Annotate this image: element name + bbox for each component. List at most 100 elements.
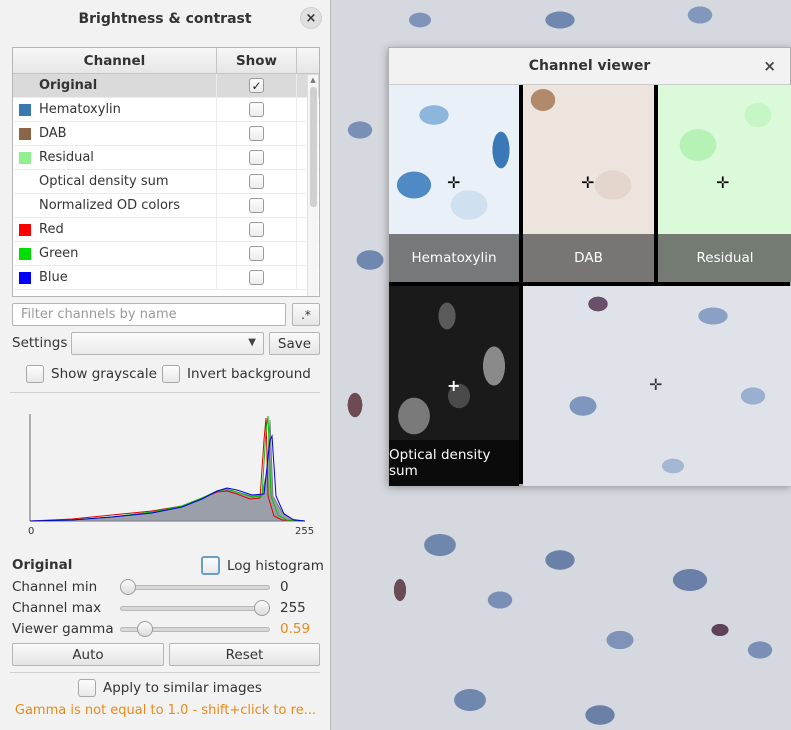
show-cell: [217, 98, 297, 121]
channel-name-cell[interactable]: Original: [13, 74, 217, 97]
scroll-thumb[interactable]: [310, 87, 317, 207]
checkbox-box[interactable]: [78, 679, 96, 697]
table-row[interactable]: DAB: [13, 122, 319, 146]
color-swatch: [19, 127, 31, 140]
show-grayscale-checkbox[interactable]: Show grayscale: [26, 365, 157, 383]
save-button[interactable]: Save: [269, 332, 320, 355]
channel-name: Hematoxylin: [39, 102, 121, 117]
show-checkbox[interactable]: [249, 150, 264, 165]
divider: [10, 392, 320, 393]
panel-title: Brightness & contrast: [78, 10, 252, 27]
table-row[interactable]: Normalized OD colors: [13, 194, 319, 218]
show-checkbox[interactable]: ✓: [249, 78, 264, 93]
channel-max-label: Channel max: [12, 600, 102, 616]
log-histogram-checkbox[interactable]: Log histogram: [201, 556, 324, 575]
show-cell: [217, 170, 297, 193]
color-swatch: [19, 247, 31, 260]
log-histogram-label: Log histogram: [227, 557, 324, 574]
color-swatch: [19, 176, 31, 188]
checkbox-box[interactable]: [201, 556, 220, 575]
channel-name-cell[interactable]: Blue: [13, 266, 217, 289]
crosshair-icon: ✛: [649, 375, 663, 394]
column-header-channel[interactable]: Channel: [13, 48, 217, 73]
histogram-x-max-label: 255: [295, 526, 314, 537]
viewer-gamma-slider[interactable]: [120, 621, 270, 637]
channel-name-cell[interactable]: Green: [13, 242, 217, 265]
channel-name: Normalized OD colors: [39, 198, 181, 213]
show-checkbox[interactable]: [249, 102, 264, 117]
channel-name-cell[interactable]: Optical density sum: [13, 170, 217, 193]
channel-name-cell[interactable]: DAB: [13, 122, 217, 145]
channel-name-cell[interactable]: Hematoxylin: [13, 98, 217, 121]
close-icon[interactable]: ×: [300, 7, 322, 29]
channel-name: Blue: [39, 270, 68, 285]
channel-min-slider[interactable]: [120, 579, 270, 595]
show-checkbox[interactable]: [249, 126, 264, 141]
show-checkbox[interactable]: [249, 222, 264, 237]
histogram-chart: 0 255: [28, 414, 314, 537]
tile-label: Residual: [658, 234, 791, 282]
show-cell: ✓: [217, 74, 297, 97]
channel-name-cell[interactable]: Residual: [13, 146, 217, 169]
color-swatch: [19, 271, 31, 284]
table-row[interactable]: Residual: [13, 146, 319, 170]
crosshair-icon: +: [447, 376, 461, 395]
scroll-up-icon[interactable]: ▲: [308, 75, 318, 85]
color-swatch: [19, 80, 31, 92]
gamma-warning-text[interactable]: Gamma is not equal to 1.0 - shift+click …: [0, 703, 331, 718]
dab-tile[interactable]: ✛ DAB: [523, 85, 654, 282]
divider: [10, 672, 320, 673]
auto-button[interactable]: Auto: [12, 643, 164, 666]
channel-max-value: 255: [280, 600, 306, 616]
tile-label: DAB: [523, 234, 654, 282]
settings-select[interactable]: ▼: [71, 332, 264, 355]
table-row[interactable]: Original ✓: [13, 74, 319, 98]
slider-knob[interactable]: [254, 600, 270, 616]
slider-knob[interactable]: [137, 621, 154, 637]
original-tile[interactable]: ✛: [523, 286, 791, 486]
hematoxylin-tile[interactable]: ✛ Hematoxylin: [389, 85, 519, 282]
show-cell: [217, 218, 297, 241]
optical-density-sum-tile[interactable]: + Optical density sum: [389, 286, 519, 486]
tile-label: Hematoxylin: [389, 234, 519, 282]
show-cell: [217, 146, 297, 169]
filter-channels-input[interactable]: Filter channels by name: [12, 303, 286, 326]
reset-button[interactable]: Reset: [169, 643, 320, 666]
checkbox-box[interactable]: [26, 365, 44, 383]
regex-toggle-button[interactable]: .*: [292, 303, 320, 326]
channel-min-value: 0: [280, 579, 289, 595]
show-checkbox[interactable]: [249, 198, 264, 213]
selected-channel-label: Original: [12, 557, 73, 573]
invert-background-checkbox[interactable]: Invert background: [162, 365, 311, 383]
show-checkbox[interactable]: [249, 270, 264, 285]
apply-similar-checkbox[interactable]: Apply to similar images: [78, 679, 262, 697]
table-row[interactable]: Red: [13, 218, 319, 242]
channel-name: DAB: [39, 126, 67, 141]
residual-tile[interactable]: ✛ Residual: [658, 85, 791, 282]
channel-viewer-window: Channel viewer × ✛ Hematoxylin ✛ DAB ✛ R…: [388, 47, 791, 486]
channel-name-cell[interactable]: Normalized OD colors: [13, 194, 217, 217]
channel-name: Green: [39, 246, 79, 261]
show-checkbox[interactable]: [249, 246, 264, 261]
slider-knob[interactable]: [120, 579, 136, 595]
close-icon[interactable]: ×: [763, 57, 776, 75]
column-header-show[interactable]: Show: [217, 48, 297, 73]
table-row[interactable]: Optical density sum: [13, 170, 319, 194]
crosshair-icon: ✛: [447, 173, 461, 192]
table-row[interactable]: Hematoxylin: [13, 98, 319, 122]
channel-name-cell[interactable]: Red: [13, 218, 217, 241]
checkbox-box[interactable]: [162, 365, 180, 383]
channel-name: Optical density sum: [39, 174, 169, 189]
table-row[interactable]: Green: [13, 242, 319, 266]
channel-table: Channel Show Original ✓ Hematoxylin DAB Resi…: [12, 47, 320, 297]
panel-title-bar: Brightness & contrast ×: [0, 0, 330, 37]
crosshair-icon: ✛: [716, 173, 730, 192]
show-grayscale-label: Show grayscale: [51, 366, 157, 382]
viewer-gamma-value: 0.59: [280, 621, 311, 637]
show-checkbox[interactable]: [249, 174, 264, 189]
channel-max-slider[interactable]: [120, 600, 270, 616]
apply-similar-label: Apply to similar images: [103, 680, 262, 696]
table-scrollbar[interactable]: ▲: [307, 75, 318, 296]
table-row[interactable]: Blue: [13, 266, 319, 290]
channel-name: Red: [39, 222, 64, 237]
